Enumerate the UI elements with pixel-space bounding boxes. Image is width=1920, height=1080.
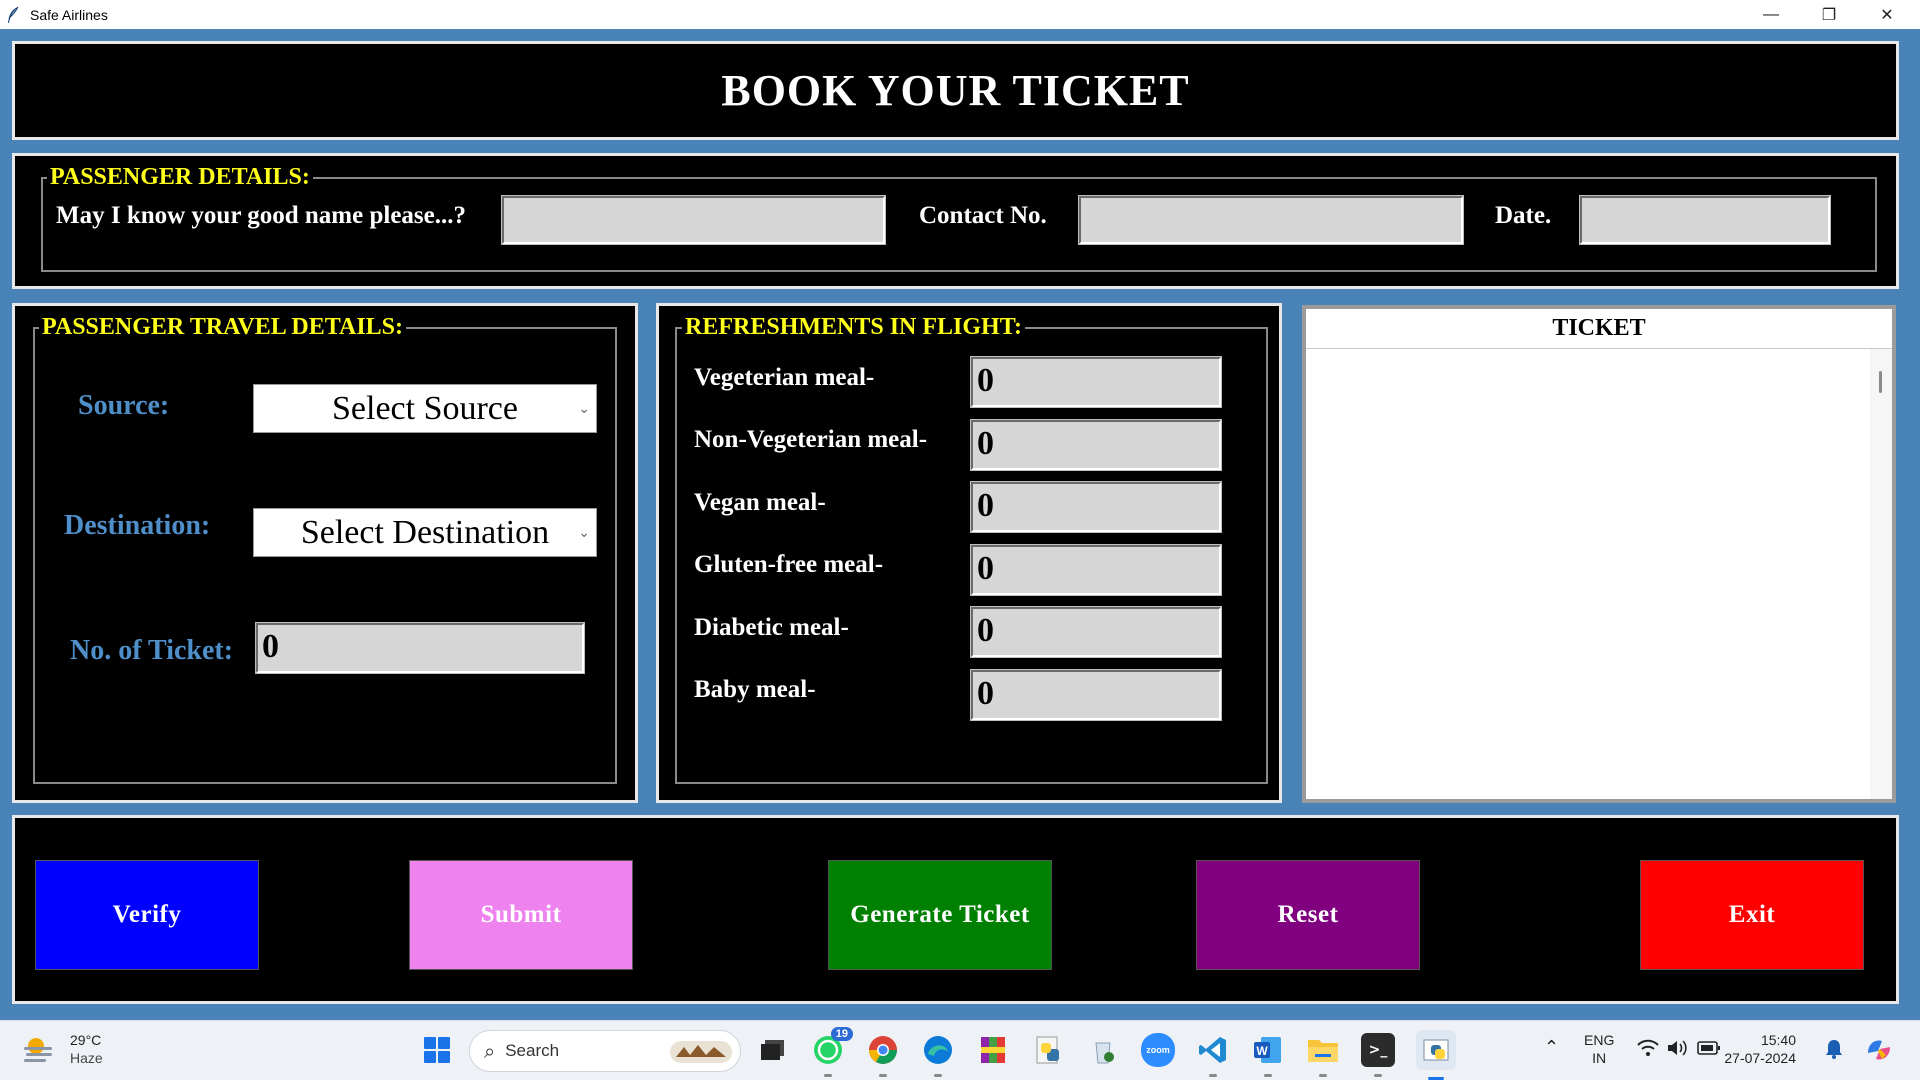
language-code: ENG (1584, 1032, 1615, 1048)
taskbar-search[interactable]: ⌕ Search (469, 1030, 741, 1072)
meal-input-non-vegetarian[interactable]: 0 (970, 419, 1222, 471)
destination-select-value: Select Destination (300, 513, 550, 551)
source-label: Source: (78, 390, 170, 421)
destination-select[interactable]: Select Destination ⌄ (253, 508, 597, 557)
meal-label-baby: Baby meal- (694, 676, 816, 703)
reset-button[interactable]: Reset (1196, 860, 1420, 970)
word-icon[interactable]: W (1251, 1033, 1285, 1077)
exit-button[interactable]: Exit (1640, 860, 1864, 970)
travel-details-legend: PASSENGER TRAVEL DETAILS: (39, 314, 407, 340)
chevron-up-icon[interactable]: ⌃ (1544, 1039, 1559, 1057)
ticket-display[interactable]: TICKET (1302, 305, 1896, 803)
meal-label-vegetarian: Vegeterian meal- (694, 364, 875, 391)
winrar-icon[interactable] (976, 1033, 1010, 1067)
volume-icon[interactable] (1666, 1039, 1688, 1061)
minimize-button[interactable]: — (1742, 0, 1800, 29)
python-app-icon[interactable] (1416, 1030, 1456, 1080)
vscode-icon[interactable] (1196, 1033, 1230, 1077)
ticket-scrollbar[interactable] (1870, 349, 1892, 799)
svg-text:W: W (1256, 1044, 1268, 1058)
source-select[interactable]: Select Source ⌄ (253, 384, 597, 433)
file-explorer-icon[interactable] (1306, 1033, 1340, 1077)
meal-input-diabetic[interactable]: 0 (970, 606, 1222, 658)
contact-input[interactable] (1078, 195, 1464, 245)
feather-icon (8, 6, 19, 23)
meal-label-vegan: Vegan meal- (694, 489, 826, 516)
close-button[interactable]: ✕ (1858, 0, 1916, 29)
search-icon: ⌕ (484, 1039, 496, 1063)
travel-details-panel: PASSENGER TRAVEL DETAILS: Source: Select… (12, 303, 638, 803)
header-panel: BOOK YOUR TICKET (12, 41, 1899, 140)
recycle-icon[interactable] (1086, 1033, 1120, 1067)
chrome-icon[interactable] (866, 1033, 900, 1077)
weather-widget[interactable]: 29°C Haze (22, 1031, 103, 1067)
weather-temperature: 29°C (70, 1032, 102, 1048)
python-idle-icon[interactable] (1031, 1033, 1065, 1067)
notification-bell-icon[interactable] (1825, 1039, 1843, 1063)
refreshments-panel: REFRESHMENTS IN FLIGHT: Vegeterian meal-… (656, 303, 1282, 803)
name-label: May I know your good name please...? (56, 202, 466, 229)
meal-input-vegetarian[interactable]: 0 (970, 356, 1222, 408)
submit-button[interactable]: Submit (409, 860, 633, 970)
wifi-icon[interactable] (1637, 1039, 1659, 1061)
window-titlebar: Safe Airlines — ❐ ✕ (0, 0, 1920, 29)
window-title: Safe Airlines (30, 6, 108, 23)
clock[interactable]: 15:40 27-07-2024 (1724, 1031, 1796, 1067)
date-label: Date. (1495, 202, 1552, 229)
meal-input-gluten-free[interactable]: 0 (970, 544, 1222, 596)
clock-date: 27-07-2024 (1724, 1050, 1796, 1066)
edge-icon[interactable] (921, 1033, 955, 1077)
meal-label-non-vegetarian: Non-Vegeterian meal- (694, 426, 928, 453)
source-select-value: Select Source (332, 389, 518, 427)
windows-start-icon[interactable] (420, 1033, 454, 1067)
tickets-label: No. of Ticket: (70, 635, 234, 666)
terminal-icon[interactable]: >_ (1361, 1033, 1395, 1077)
task-view-icon[interactable] (756, 1033, 790, 1067)
tickets-input[interactable]: 0 (255, 622, 585, 674)
passenger-details-legend: PASSENGER DETAILS: (47, 164, 313, 190)
weather-description: Haze (70, 1050, 103, 1066)
haze-weather-icon (24, 1038, 52, 1062)
restore-button[interactable]: ❐ (1800, 0, 1858, 29)
region-code: IN (1592, 1050, 1607, 1066)
name-input[interactable] (501, 195, 886, 245)
taskbar: 29°C Haze ⌕ Search 19 zoom W >_ ⌃ ENG IN… (0, 1020, 1920, 1080)
app-window-body: BOOK YOUR TICKET PASSENGER DETAILS: May … (0, 29, 1920, 1020)
page-title: BOOK YOUR TICKET (721, 66, 1190, 115)
passenger-details-panel: PASSENGER DETAILS: May I know your good … (12, 153, 1899, 289)
whatsapp-badge: 19 (830, 1027, 853, 1041)
actions-panel: Verify Submit Generate Ticket Reset Exit (12, 815, 1899, 1004)
ticket-title: TICKET (1306, 309, 1892, 349)
copilot-icon[interactable] (1864, 1035, 1894, 1069)
scrollbar-thumb[interactable] (1879, 371, 1882, 393)
zoom-icon[interactable]: zoom (1141, 1033, 1175, 1067)
generate-ticket-button[interactable]: Generate Ticket (828, 860, 1052, 970)
chevron-down-icon[interactable]: ⌄ (578, 525, 590, 541)
meal-input-baby[interactable]: 0 (970, 669, 1222, 721)
language-indicator[interactable]: ENG IN (1584, 1031, 1614, 1067)
meal-label-diabetic: Diabetic meal- (694, 614, 849, 641)
verify-button[interactable]: Verify (35, 860, 259, 970)
date-input[interactable] (1579, 195, 1831, 245)
search-placeholder: Search (505, 1041, 560, 1060)
refreshments-legend: REFRESHMENTS IN FLIGHT: (682, 314, 1025, 340)
contact-label: Contact No. (919, 202, 1047, 229)
meal-input-vegan[interactable]: 0 (970, 481, 1222, 533)
chevron-down-icon[interactable]: ⌄ (578, 401, 590, 417)
clock-time: 15:40 (1760, 1032, 1796, 1048)
destination-label: Destination: (64, 510, 211, 541)
meal-label-gluten-free: Gluten-free meal- (694, 551, 884, 578)
whatsapp-icon[interactable]: 19 (811, 1027, 853, 1077)
search-highlight-icon (670, 1041, 732, 1063)
